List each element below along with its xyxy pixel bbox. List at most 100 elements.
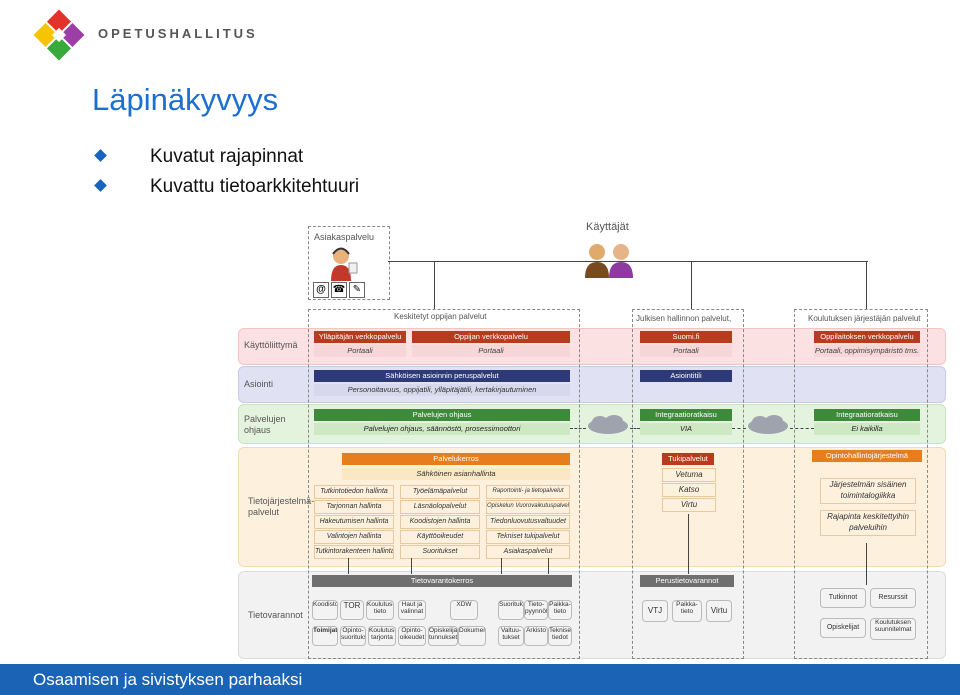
- grid-cell: Hakeutumisen hallinta: [314, 515, 394, 529]
- grid-cell: Läsnäolopalvelut: [400, 500, 480, 514]
- db-group-left: Koodistot TOR Koulutus-tieto Haut ja val…: [310, 598, 572, 654]
- connector-line: [411, 558, 412, 574]
- db-resurssit: Resurssit: [870, 588, 916, 608]
- column-label-julkisen: Julkisen hallinnon palvelut,: [636, 314, 732, 323]
- db-opiskelijan-tunnukset: Opiskelijan tunnukset: [428, 626, 458, 646]
- integraatioratkaisu-via-header: Integraatioratkaisu: [640, 409, 732, 421]
- opintohallintojarjestelma: Opintohallintojärjestelmä: [812, 450, 922, 462]
- network-cloud-icon: [748, 415, 788, 434]
- grid-cell: Työelämäpalvelut: [400, 485, 480, 499]
- asiakaspalvelu-label: Asiakaspalvelu: [314, 232, 375, 242]
- row-label-kayttoliittyma: Käyttöliittymä: [244, 340, 298, 350]
- tuki-item: Katso: [662, 483, 716, 497]
- db-haut-ja-valinnat: Haut ja valinnat: [398, 600, 426, 620]
- palvelujen-ohjaus-header: Palvelujen ohjaus: [314, 409, 570, 421]
- opinto-item: Rajapinta keskitettyihin palveluihin: [820, 510, 916, 536]
- palvelujen-ohjaus-detail: Palvelujen ohjaus, säännöstö, prosessimo…: [314, 423, 570, 435]
- footer-text: Osaamisen ja sivistyksen parhaaksi: [33, 670, 303, 689]
- column-label-koulutuksen: Koulutuksen järjestäjän palvelut: [808, 314, 921, 323]
- db-dokumentit: Dokumentit: [458, 626, 486, 646]
- portaali-yllapito: Portaali: [314, 345, 406, 357]
- db-toimijat: Toimijat: [312, 626, 338, 646]
- grid-cell: Asiakaspalvelut: [486, 545, 570, 559]
- connector-line: [630, 428, 640, 429]
- sahkoisen-asioinnin-peruspalvelut: Sähköisen asioinnin peruspalvelut: [314, 370, 570, 382]
- column-label-keskitetyt: Keskitetyt oppijan palvelut: [394, 312, 487, 321]
- bullet-item: Kuvatut rajapinnat: [92, 146, 303, 168]
- integraatioratkaisu-koulutus-header: Integraatioratkaisu: [814, 409, 920, 421]
- users-icon: [585, 244, 633, 278]
- tuki-item: Vetuma: [662, 468, 716, 482]
- connector-line: [732, 428, 746, 429]
- db-suoritukset: Suoritukset: [498, 600, 524, 620]
- oppilaitoksen-verkkopalvelu: Oppilaitoksen verkkopalvelu: [814, 331, 920, 343]
- personointi-bar: Personoitavuus, oppijatili, ylläpitäjäti…: [314, 384, 570, 396]
- diamond-bullet-icon: [94, 149, 107, 162]
- connector-line: [688, 514, 689, 574]
- connector-line: [548, 558, 549, 574]
- db-koulutustieto: Koulutus-tieto: [366, 600, 394, 620]
- db-opiskelijat: Opiskelijat: [820, 618, 866, 638]
- db-koodistot: Koodistot: [312, 600, 338, 620]
- db-valtuutukset: Valtuu-tukset: [498, 626, 524, 646]
- yllapitajan-verkkopalvelu: Ylläpitäjän verkkopalvelu: [314, 331, 406, 343]
- row-label-palvelujen-ohjaus: Palvelujen ohjaus: [244, 414, 286, 435]
- connector-line: [348, 558, 349, 574]
- service-person-icon: [331, 247, 358, 281]
- connector-line: [434, 261, 435, 309]
- oppijan-verkkopalvelu: Oppijan verkkopalvelu: [412, 331, 570, 343]
- opetushallitus-logo: [33, 9, 85, 61]
- grid-cell: Tekniset tukipalvelut: [486, 530, 570, 544]
- email-at-icon: @: [313, 282, 329, 298]
- grid-cell: Käyttöoikeudet: [400, 530, 480, 544]
- connector-line: [790, 428, 814, 429]
- db-paikkatieto: Paikka-tieto: [548, 600, 572, 620]
- tuki-item: Virtu: [662, 498, 716, 512]
- db-opinto-oikeudet: Opinto-oikeudet: [398, 626, 426, 646]
- db-virtu: Virtu: [706, 600, 732, 622]
- diamond-bullet-icon: [94, 179, 107, 192]
- db-paikkatieto-mid: Paikka-tieto: [672, 600, 702, 622]
- db-koulutustarjonta: Koulutus-tarjonta: [368, 626, 396, 646]
- connector-line: [866, 543, 867, 585]
- db-vtj: VTJ: [642, 600, 668, 622]
- page-title: Läpinäkyvyys: [92, 82, 279, 117]
- row-label-tietovarannot: Tietovarannot: [248, 610, 303, 620]
- db-opintosuoritukset: Opinto-suoritukset: [340, 626, 366, 646]
- connector-line: [501, 558, 502, 574]
- grid-cell: Tarjonnan hallinta: [314, 500, 394, 514]
- connector-line: [691, 261, 692, 309]
- portaali-oppija: Portaali: [412, 345, 570, 357]
- kayttajat-label: Käyttäjät: [586, 221, 629, 233]
- asiakaspalvelu-box: Asiakaspalvelu @ ☎ ✎: [308, 226, 390, 300]
- suomi-fi: Suomi.fi: [640, 331, 732, 343]
- logo-text: OPETUSHALLITUS: [98, 26, 258, 41]
- connector-line: [570, 428, 586, 429]
- footer-bar: Osaamisen ja sivistyksen parhaaksi: [0, 664, 960, 695]
- grid-cell: Koodistojen hallinta: [400, 515, 480, 529]
- sahkoinen-asianhallinta: Sähköinen asianhallinta: [342, 468, 570, 480]
- palvelukerros: Palvelukerros: [342, 453, 570, 465]
- row-label-asiointi: Asiointi: [244, 379, 274, 389]
- via: VIA: [640, 423, 732, 435]
- grid-cell: Opiskelun Vuorovaikutuspalvelut: [486, 500, 570, 514]
- db-tutkinnot: Tutkinnot: [820, 588, 866, 608]
- connector-line: [388, 261, 868, 262]
- db-tietopyynnot: Tieto-pyynnöt: [524, 600, 548, 620]
- db-koulutuksen-suunnitelmat: Koulutuksen suunnitelmat: [870, 618, 916, 640]
- perustietovarannot: Perustietovarannot: [640, 575, 734, 587]
- opinto-item: Järjestelmän sisäinen toimintalogiikka: [820, 478, 916, 504]
- ei-kaikilla: Ei kaikilla: [814, 423, 920, 435]
- contact-icons: @ ☎ ✎: [313, 282, 373, 298]
- tietovarantokerros: Tietovarantokerros: [312, 575, 572, 587]
- network-cloud-icon: [588, 415, 628, 434]
- bullet-item: Kuvattu tietoarkkitehtuuri: [92, 176, 359, 198]
- connector-line: [866, 261, 867, 309]
- grid-cell: Tutkintotiedon hallinta: [314, 485, 394, 499]
- portaali-oppimisymparisto: Portaali, oppimisympäristö tms.: [814, 345, 920, 357]
- db-tekniset-tiedot: Tekniset tiedot: [548, 626, 572, 646]
- bullet-text: Kuvatut rajapinnat: [150, 146, 304, 167]
- grid-cell: Tutkintorakenteen hallinta: [314, 545, 394, 559]
- grid-cell: Raportointi- ja tietopalvelut: [486, 485, 570, 499]
- bullet-text: Kuvattu tietoarkkitehtuuri: [150, 176, 360, 197]
